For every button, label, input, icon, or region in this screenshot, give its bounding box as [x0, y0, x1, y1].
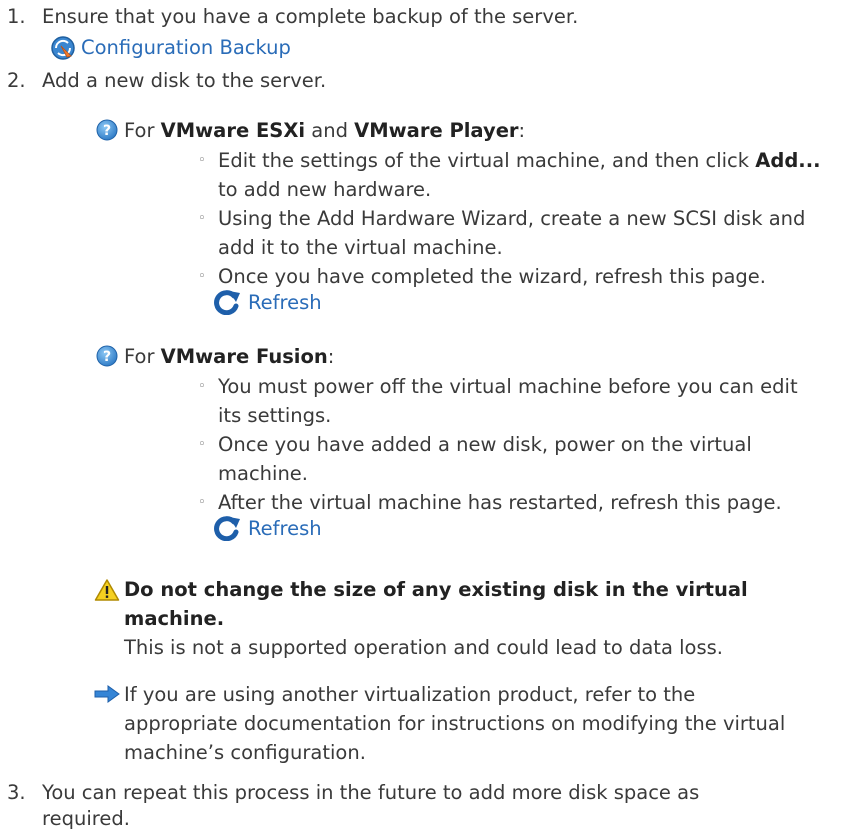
esxi-step-1-line-1: Edit the settings of the virtual machine… — [218, 149, 821, 172]
svg-text:?: ? — [103, 123, 111, 139]
fusion-step-1-line-2: its settings. — [218, 404, 332, 427]
fusion-step-2-line-1: Once you have added a new disk, power on… — [218, 433, 752, 456]
svg-text:?: ? — [103, 349, 111, 365]
bullet-icon: ◦ — [198, 379, 206, 394]
right-arrow-icon — [94, 685, 120, 703]
warning-triangle-icon — [94, 579, 120, 601]
bullet-icon: ◦ — [198, 437, 206, 452]
help-question-icon: ? — [96, 119, 118, 141]
step-3-line-1: You can repeat this process in the futur… — [42, 781, 700, 804]
step-2-text: Add a new disk to the server. — [42, 69, 327, 92]
bullet-icon: ◦ — [198, 211, 206, 226]
tip-line-3: machine’s configuration. — [124, 741, 366, 764]
bullet-icon: ◦ — [198, 269, 206, 284]
bullet-icon: ◦ — [198, 153, 206, 168]
warning-title-line-2: machine. — [124, 607, 225, 630]
bullet-icon: ◦ — [198, 495, 206, 510]
tip-line-2: appropriate documentation for instructio… — [124, 712, 786, 735]
esxi-heading: For VMware ESXi and VMware Player: — [124, 119, 526, 142]
esxi-step-2-line-2: add it to the virtual machine. — [218, 236, 503, 259]
step-3-line-2: required. — [42, 807, 130, 830]
warning-title-line-1: Do not change the size of any existing d… — [124, 578, 748, 601]
esxi-step-3-line-1: Once you have completed the wizard, refr… — [218, 265, 766, 288]
help-question-icon: ? — [96, 345, 118, 367]
warning-body: This is not a supported operation and co… — [124, 636, 723, 659]
fusion-refresh-link[interactable]: Refresh — [248, 514, 322, 543]
esxi-refresh-link[interactable]: Refresh — [248, 288, 322, 317]
fusion-step-1-line-1: You must power off the virtual machine b… — [218, 375, 798, 398]
step-2-number: 2. — [7, 69, 26, 92]
esxi-step-1-line-2: to add new hardware. — [218, 178, 432, 201]
esxi-step-2-line-1: Using the Add Hardware Wizard, create a … — [218, 207, 806, 230]
refresh-arrow-icon[interactable] — [212, 515, 242, 541]
fusion-step-3-line-1: After the virtual machine has restarted,… — [218, 491, 782, 514]
step-1-text: Ensure that you have a complete backup o… — [42, 5, 579, 28]
configuration-backup-link[interactable]: Configuration Backup — [81, 33, 291, 62]
fusion-heading: For VMware Fusion: — [124, 345, 335, 368]
fusion-step-2-line-2: machine. — [218, 462, 308, 485]
tip-line-1: If you are using another virtualization … — [124, 683, 696, 706]
refresh-arrow-icon[interactable] — [212, 289, 242, 315]
configuration-backup-icon[interactable] — [50, 35, 76, 61]
step-1-number: 1. — [7, 5, 26, 28]
step-3-number: 3. — [7, 781, 26, 804]
